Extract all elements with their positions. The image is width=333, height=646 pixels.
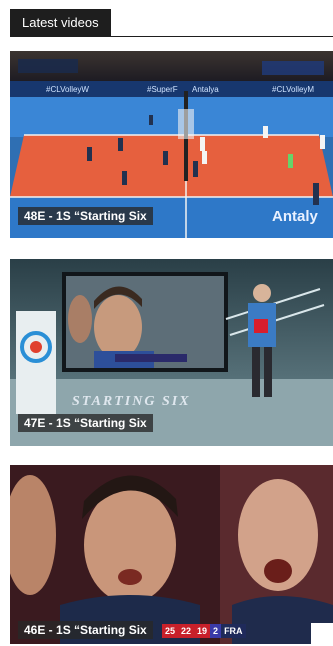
score-cell-2: 22 (178, 624, 195, 638)
starting-six-overlay: STARTING SIX (72, 394, 191, 409)
video-card-3[interactable]: 46E - 1S “Starting Six 25 22 19 2 FRA (10, 465, 333, 644)
corner-block (311, 623, 333, 644)
banner-text-2: #SuperF (147, 85, 178, 94)
video-card-1[interactable]: #CLVolleyW #SuperF Antalya #CLVolleyM An… (10, 51, 333, 238)
section-divider (10, 36, 333, 37)
banner-text-4: #CLVolleyM (272, 85, 314, 94)
score-cell-4: 2 (210, 624, 222, 638)
section-title: Latest videos (10, 9, 111, 37)
section-header: Latest videos (10, 9, 333, 37)
video-card-2[interactable]: STARTING SIX 47E - 1S “Starting Six (10, 259, 333, 446)
video-title-3[interactable]: 46E - 1S “Starting Six (18, 621, 153, 639)
scoreboard: 25 22 19 2 FRA (162, 624, 246, 638)
banner-text-1: #CLVolleyW (46, 85, 89, 94)
video-title-2[interactable]: 47E - 1S “Starting Six (18, 414, 153, 432)
court-text: Antaly (272, 208, 319, 225)
score-cell-5: FRA (221, 624, 246, 638)
video-thumbnail-3 (10, 465, 333, 644)
banner-text-3: Antalya (192, 85, 219, 94)
video-title-1[interactable]: 48E - 1S “Starting Six (18, 207, 153, 225)
score-cell-3: 19 (194, 624, 211, 638)
score-cell-1: 25 (162, 624, 179, 638)
